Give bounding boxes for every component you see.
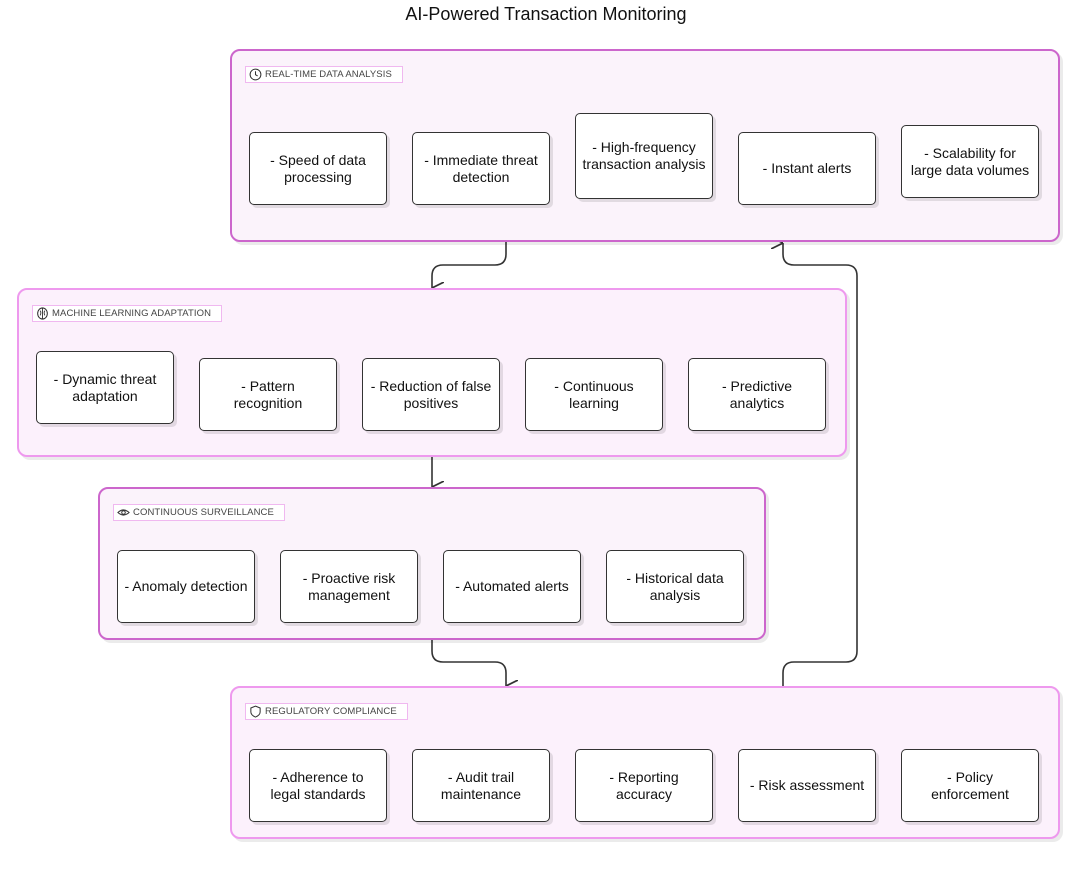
node-immediate-threat-detection[interactable]: - Immediate threat detection [412,132,550,205]
eye-icon [117,509,130,516]
node-high-frequency-transaction-analysis[interactable]: - High-frequency transaction analysis [575,113,713,199]
node-pattern-recognition[interactable]: - Pattern recognition [199,358,337,431]
node-reporting-accuracy[interactable]: - Reporting accuracy [575,749,713,822]
node-audit-trail-maintenance[interactable]: - Audit trail maintenance [412,749,550,822]
brain-icon [37,307,48,320]
node-reduction-of-false-positives[interactable]: - Reduction of false positives [362,358,500,431]
node-speed-of-data-processing[interactable]: - Speed of data processing [249,132,387,205]
group-label-text: REGULATORY COMPLIANCE [265,706,397,717]
node-automated-alerts[interactable]: - Automated alerts [443,550,581,623]
node-anomaly-detection[interactable]: - Anomaly detection [117,550,255,623]
edge-realtime-to-ml [431,242,507,288]
node-risk-assessment[interactable]: - Risk assessment [738,749,876,822]
group-label-text: MACHINE LEARNING ADAPTATION [52,308,212,319]
node-proactive-risk-management[interactable]: - Proactive risk management [280,550,418,623]
node-predictive-analytics[interactable]: - Predictive analytics [688,358,826,431]
node-continuous-learning[interactable]: - Continuous learning [525,358,663,431]
node-policy-enforcement[interactable]: - Policy enforcement [901,749,1039,822]
group-label-text: REAL-TIME DATA ANALYSIS [265,69,392,80]
group-label: MACHINE LEARNING ADAPTATION [32,305,223,322]
edge-surveillance-to-compliance [431,640,506,686]
node-dynamic-threat-adaptation[interactable]: - Dynamic threat adaptation [36,351,174,424]
group-label: REAL-TIME DATA ANALYSIS [245,66,403,83]
node-adherence-to-legal-standards[interactable]: - Adherence to legal standards [249,749,387,822]
node-scalability-for-large-data-volumes[interactable]: - Scalability for large data volumes [901,125,1039,198]
group-label-text: CONTINUOUS SURVEILLANCE [133,507,274,518]
group-label: REGULATORY COMPLIANCE [245,703,408,720]
group-label: CONTINUOUS SURVEILLANCE [113,504,285,521]
node-historical-data-analysis[interactable]: - Historical data analysis [606,550,744,623]
node-instant-alerts[interactable]: - Instant alerts [738,132,876,205]
shield-icon [250,705,261,718]
clock-icon [249,68,262,81]
